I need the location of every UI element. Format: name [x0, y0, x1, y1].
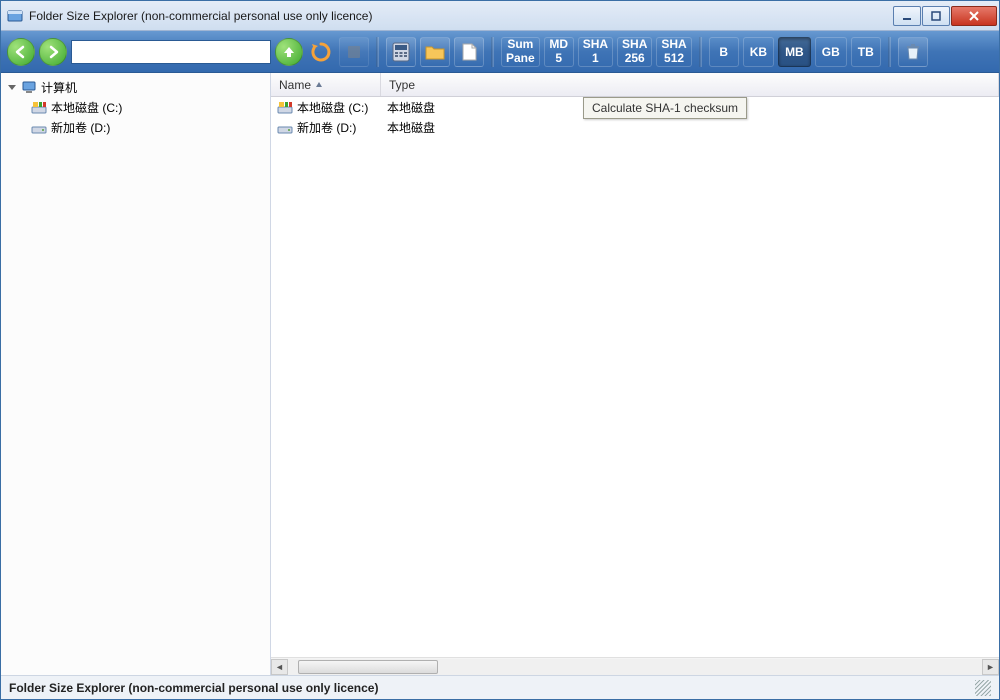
folder-tree[interactable]: 计算机 本地磁盘 (C:) 新加卷 (D:) [1, 73, 271, 675]
statusbar: Folder Size Explorer (non-commercial per… [1, 675, 999, 699]
column-header-type[interactable]: Type [381, 73, 999, 96]
toolbar-separator [888, 37, 891, 67]
scroll-track[interactable] [288, 659, 982, 675]
column-headers: Name Type [271, 73, 999, 97]
toolbar-separator [376, 37, 379, 67]
tooltip: Calculate SHA-1 checksum [583, 97, 747, 119]
scroll-left-icon[interactable]: ◄ [271, 659, 288, 675]
computer-icon [21, 79, 37, 95]
tree-label: 本地磁盘 (C:) [51, 99, 122, 116]
column-header-name[interactable]: Name [271, 73, 381, 96]
status-text: Folder Size Explorer (non-commercial per… [9, 681, 378, 695]
scroll-right-icon[interactable]: ► [982, 659, 999, 675]
up-button[interactable] [275, 38, 303, 66]
app-icon [7, 8, 23, 24]
sha512-button[interactable]: SHA512 [656, 37, 691, 67]
sha1-button[interactable]: SHA1 [578, 37, 613, 67]
resize-grip-icon[interactable] [975, 680, 991, 696]
file-button[interactable] [454, 37, 484, 67]
list-item[interactable]: 新加卷 (D:) 本地磁盘 [271, 117, 999, 137]
back-button[interactable] [7, 38, 35, 66]
minimize-button[interactable] [893, 6, 921, 26]
unit-tb-button[interactable]: TB [851, 37, 881, 67]
toolbar-separator [491, 37, 494, 67]
tree-item-drive-d[interactable]: 新加卷 (D:) [3, 117, 268, 137]
content-area: 计算机 本地磁盘 (C:) 新加卷 (D:) Name Type [1, 73, 999, 675]
unit-b-button[interactable]: B [709, 37, 739, 67]
window-controls [893, 6, 997, 26]
tree-item-drive-c[interactable]: 本地磁盘 (C:) [3, 97, 268, 117]
md5-button[interactable]: MD5 [544, 37, 574, 67]
toolbar-separator [699, 37, 702, 67]
maximize-button[interactable] [922, 6, 950, 26]
unit-gb-button[interactable]: GB [815, 37, 847, 67]
unit-kb-button[interactable]: KB [743, 37, 774, 67]
titlebar[interactable]: Folder Size Explorer (non-commercial per… [1, 1, 999, 31]
forward-button[interactable] [39, 38, 67, 66]
recycle-bin-button[interactable] [898, 37, 928, 67]
calculator-button[interactable] [386, 37, 416, 67]
address-input[interactable] [71, 40, 271, 64]
sum-pane-button[interactable]: SumPane [501, 37, 540, 67]
file-list-panel: Name Type 本地磁盘 (C:) 本地磁盘 新加卷 (D:) 本地磁盘 C… [271, 73, 999, 675]
drive-icon [277, 119, 293, 135]
drive-icon [31, 119, 47, 135]
sort-asc-icon [315, 81, 323, 89]
horizontal-scrollbar[interactable]: ◄ ► [271, 657, 999, 675]
unit-mb-button[interactable]: MB [778, 37, 811, 67]
file-rows[interactable]: 本地磁盘 (C:) 本地磁盘 新加卷 (D:) 本地磁盘 Calculate S… [271, 97, 999, 657]
window-title: Folder Size Explorer (non-commercial per… [29, 9, 893, 23]
scroll-thumb[interactable] [298, 660, 438, 674]
tree-label: 新加卷 (D:) [51, 119, 110, 136]
drive-icon [31, 99, 47, 115]
close-button[interactable] [951, 6, 997, 26]
collapse-icon[interactable] [7, 82, 17, 92]
tree-label: 计算机 [41, 79, 77, 96]
sha256-button[interactable]: SHA256 [617, 37, 652, 67]
tree-root-computer[interactable]: 计算机 [3, 77, 268, 97]
stop-button[interactable] [339, 37, 369, 67]
app-window: Folder Size Explorer (non-commercial per… [0, 0, 1000, 700]
toolbar: SumPane MD5 SHA1 SHA256 SHA512 B KB MB G… [1, 31, 999, 73]
folder-button[interactable] [420, 37, 450, 67]
refresh-button[interactable] [307, 38, 335, 66]
drive-icon [277, 99, 293, 115]
